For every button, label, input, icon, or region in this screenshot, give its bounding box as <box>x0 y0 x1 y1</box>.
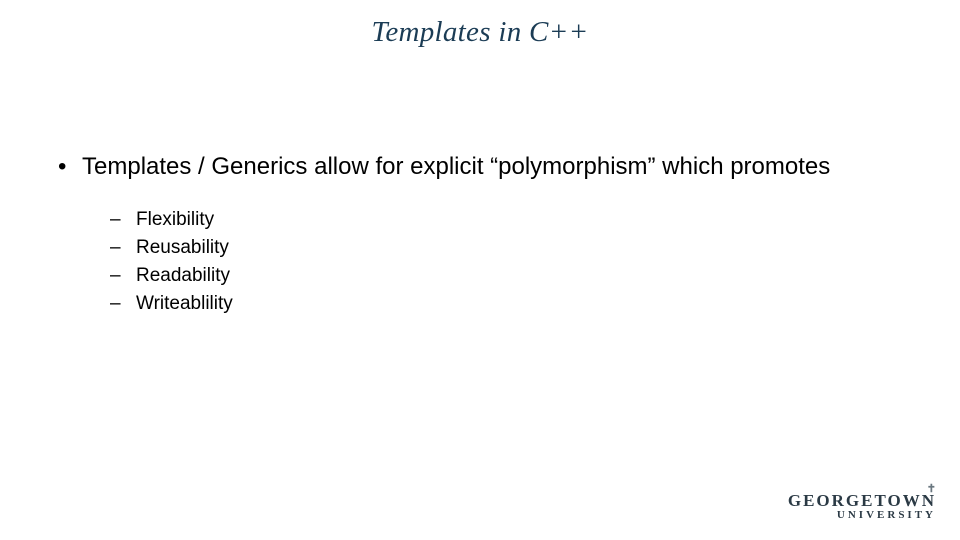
list-item-label: Flexibility <box>136 206 214 234</box>
list-item: – Flexibility <box>110 206 920 234</box>
bullet-item: • Templates / Generics allow for explici… <box>58 150 920 184</box>
list-item-label: Writeablility <box>136 290 233 318</box>
list-item: – Readability <box>110 262 920 290</box>
georgetown-logo: GEORGETOWN ✝ UNIVERSITY <box>788 492 936 522</box>
list-item: – Reusability <box>110 234 920 262</box>
slide: Templates in C++ • Templates / Generics … <box>0 0 960 540</box>
bullet-text: Templates / Generics allow for explicit … <box>82 150 920 184</box>
bullet-marker: • <box>58 150 82 184</box>
list-item-label: Readability <box>136 262 230 290</box>
dash-icon: – <box>110 262 136 290</box>
logo-line-1: GEORGETOWN ✝ <box>788 492 936 510</box>
sub-bullet-list: – Flexibility – Reusability – Readabilit… <box>110 206 920 318</box>
slide-body: • Templates / Generics allow for explici… <box>58 150 920 318</box>
list-item-label: Reusability <box>136 234 229 262</box>
dash-icon: – <box>110 290 136 318</box>
list-item: – Writeablility <box>110 290 920 318</box>
dash-icon: – <box>110 206 136 234</box>
slide-title: Templates in C++ <box>0 16 960 49</box>
dash-icon: – <box>110 234 136 262</box>
cross-icon: ✝ <box>927 484 938 496</box>
logo-line-2: UNIVERSITY <box>788 510 936 522</box>
logo-text-top: GEORGETOWN <box>788 491 936 510</box>
